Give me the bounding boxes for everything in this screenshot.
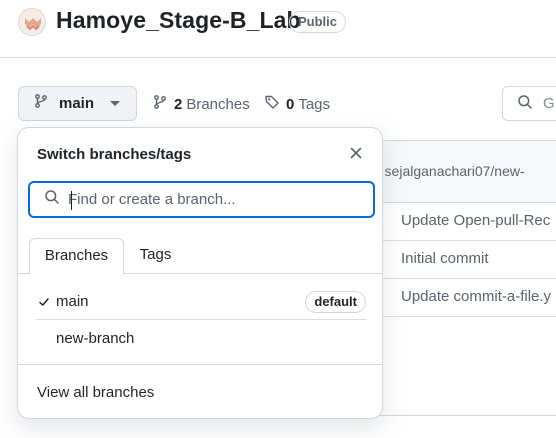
close-icon bbox=[350, 146, 362, 164]
search-icon bbox=[44, 189, 60, 210]
git-branch-icon bbox=[152, 94, 168, 114]
avatar[interactable] bbox=[18, 8, 46, 36]
branch-switcher-panel: Switch branches/tags Branches Tags main … bbox=[17, 127, 383, 419]
panel-title: Switch branches/tags bbox=[37, 146, 192, 163]
file-commit-message[interactable]: Initial commit bbox=[401, 250, 489, 267]
visibility-badge: Public bbox=[289, 11, 347, 33]
go-to-file-search[interactable]: G bbox=[502, 86, 556, 121]
branch-name: new-branch bbox=[56, 329, 135, 347]
tab-branches[interactable]: Branches bbox=[29, 238, 124, 275]
branch-name: main bbox=[56, 293, 89, 310]
tags-label: Tags bbox=[298, 95, 331, 113]
tag-icon bbox=[264, 94, 280, 114]
file-commit-message[interactable]: Update Open-pull-Rec bbox=[401, 212, 550, 229]
branch-filter-input[interactable] bbox=[68, 191, 358, 208]
panel-footer: View all branches bbox=[18, 364, 382, 418]
close-button[interactable] bbox=[345, 144, 367, 166]
branches-label: Branches bbox=[186, 95, 250, 113]
branch-item-new-branch[interactable]: new-branch bbox=[36, 320, 366, 356]
default-badge: default bbox=[305, 291, 366, 313]
check-icon bbox=[36, 296, 52, 308]
branch-select-label: main bbox=[59, 95, 95, 112]
file-commit-message[interactable]: Update commit-a-file.y bbox=[401, 288, 551, 305]
tags-count: 0 bbox=[286, 95, 295, 113]
branches-link[interactable]: 2 Branches bbox=[152, 94, 250, 114]
tags-link[interactable]: 0 Tags bbox=[264, 94, 330, 114]
branch-select-button[interactable]: main bbox=[18, 86, 137, 121]
repo-name[interactable]: Hamoye_Stage-B_Lab bbox=[56, 7, 301, 34]
view-all-branches-link[interactable]: View all branches bbox=[37, 384, 154, 401]
branch-item-main[interactable]: main default bbox=[36, 284, 366, 320]
branches-count: 2 bbox=[174, 95, 183, 113]
text-cursor bbox=[71, 191, 72, 210]
chevron-down-icon bbox=[110, 101, 121, 106]
branch-tag-tabs: Branches Tags bbox=[18, 238, 382, 275]
search-placeholder: G bbox=[543, 95, 555, 112]
branch-filter-field[interactable] bbox=[28, 181, 375, 218]
repo-header: Hamoye_Stage-B_Lab Public bbox=[0, 0, 556, 58]
search-icon bbox=[517, 94, 533, 114]
latest-commit-text[interactable]: m sejalganachari07/new- bbox=[369, 163, 525, 179]
tab-tags[interactable]: Tags bbox=[128, 238, 183, 274]
git-branch-icon bbox=[33, 93, 49, 114]
